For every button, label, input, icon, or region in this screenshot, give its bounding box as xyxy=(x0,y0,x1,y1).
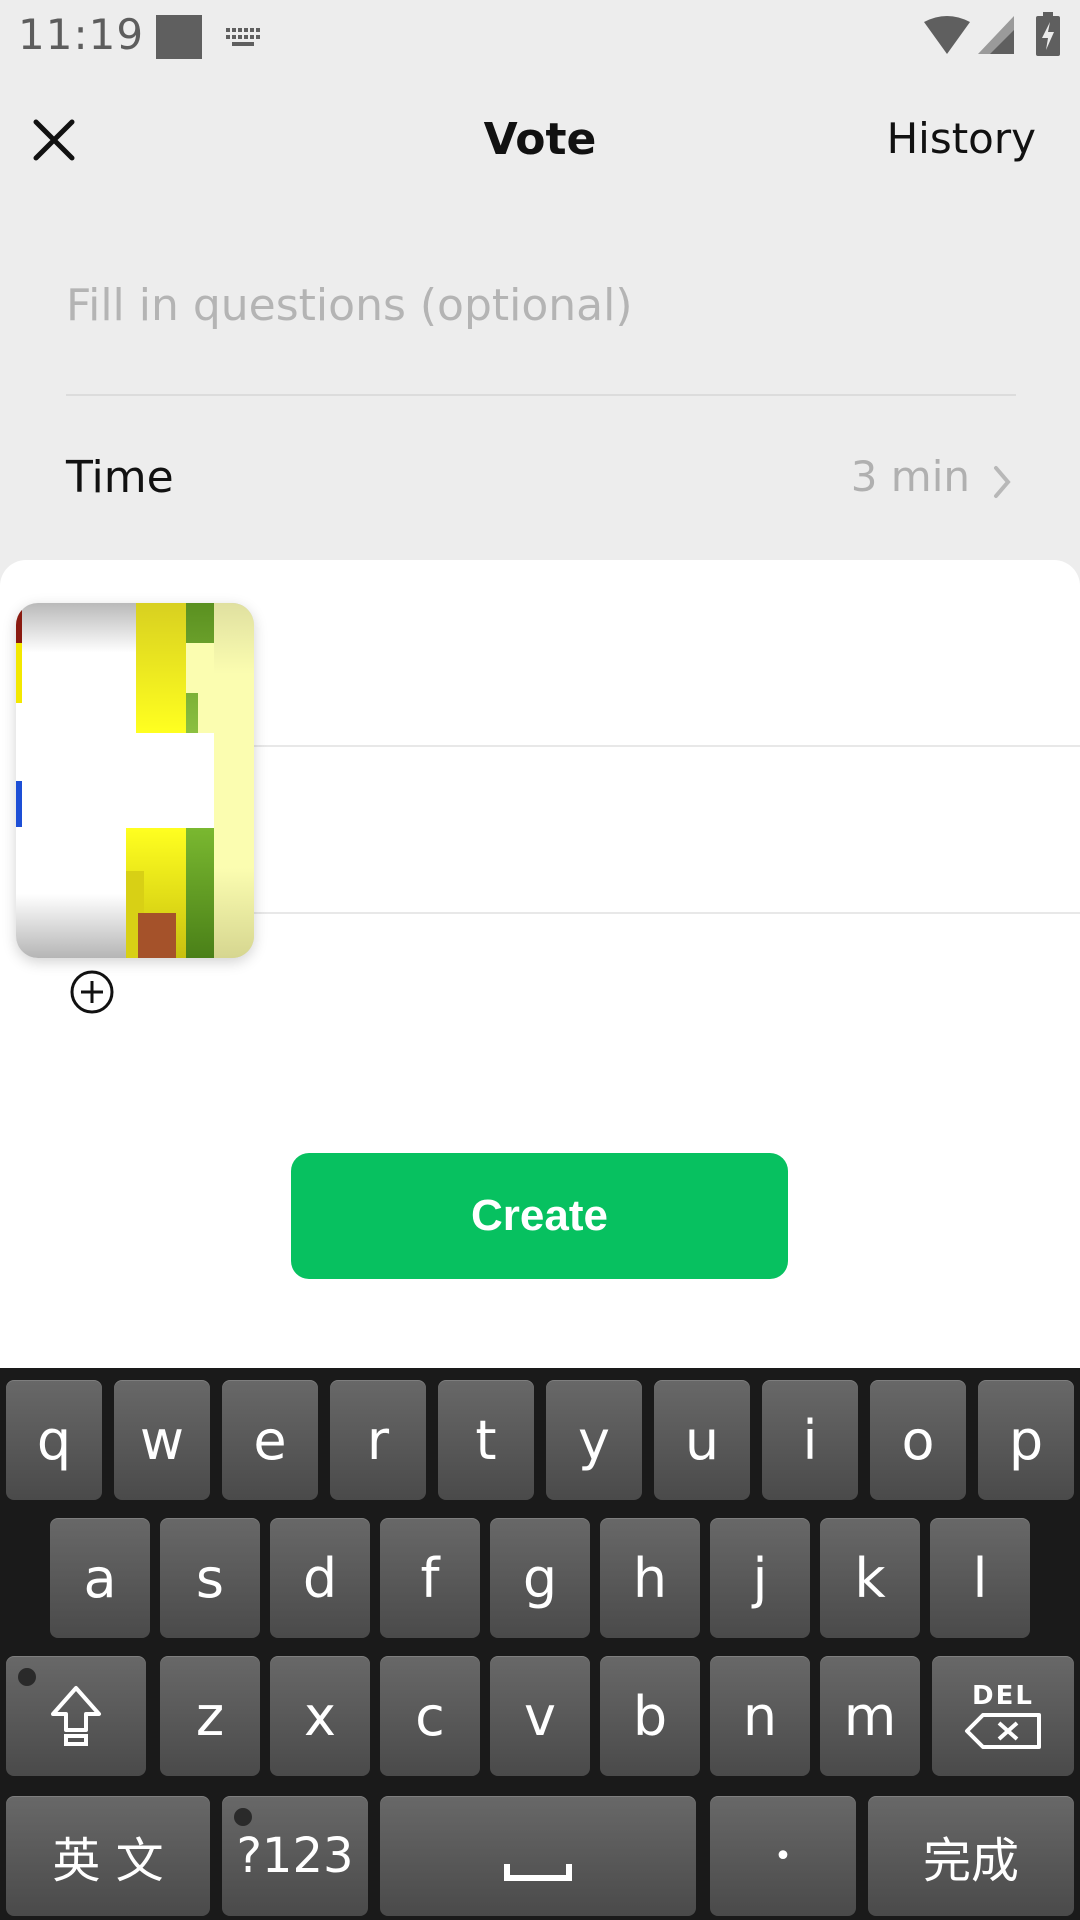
keyboard: q w e r t y u i o p a s d f g h j k l z … xyxy=(0,1368,1080,1920)
key-q[interactable]: q xyxy=(6,1380,102,1500)
divider xyxy=(66,394,1016,396)
numbers-key[interactable]: ?123 xyxy=(222,1796,368,1916)
key-p[interactable]: p xyxy=(978,1380,1074,1500)
period-key[interactable]: • xyxy=(710,1796,856,1916)
header: Vote History xyxy=(0,76,1080,204)
delete-key[interactable]: DEL xyxy=(932,1656,1074,1776)
shift-icon xyxy=(51,1686,101,1746)
notification-icon xyxy=(156,15,202,59)
key-n[interactable]: n xyxy=(710,1656,810,1776)
key-r[interactable]: r xyxy=(330,1380,426,1500)
option-divider xyxy=(250,912,1080,914)
key-o[interactable]: o xyxy=(870,1380,966,1500)
key-a[interactable]: a xyxy=(50,1518,150,1638)
status-time: 11:19 xyxy=(18,10,145,59)
key-z[interactable]: z xyxy=(160,1656,260,1776)
signal-icon xyxy=(978,16,1014,54)
key-h[interactable]: h xyxy=(600,1518,700,1638)
time-label: Time xyxy=(66,452,174,503)
key-i[interactable]: i xyxy=(762,1380,858,1500)
key-x[interactable]: x xyxy=(270,1656,370,1776)
key-b[interactable]: b xyxy=(600,1656,700,1776)
key-e[interactable]: e xyxy=(222,1380,318,1500)
question-input[interactable]: Fill in questions (optional) xyxy=(66,280,1016,331)
key-s[interactable]: s xyxy=(160,1518,260,1638)
done-key[interactable]: 完成 xyxy=(868,1796,1074,1916)
key-t[interactable]: t xyxy=(438,1380,534,1500)
status-bar: 11:19 xyxy=(0,0,1080,76)
key-l[interactable]: l xyxy=(930,1518,1030,1638)
key-y[interactable]: y xyxy=(546,1380,642,1500)
key-indicator xyxy=(234,1808,252,1826)
chevron-right-icon xyxy=(994,466,1011,498)
keyboard-icon xyxy=(226,28,264,48)
space-key[interactable] xyxy=(380,1796,696,1916)
key-f[interactable]: f xyxy=(380,1518,480,1638)
shift-key[interactable] xyxy=(6,1656,146,1776)
space-icon xyxy=(504,1864,572,1881)
key-v[interactable]: v xyxy=(490,1656,590,1776)
key-c[interactable]: c xyxy=(380,1656,480,1776)
backspace-icon xyxy=(965,1713,1041,1749)
numbers-label: ?123 xyxy=(236,1828,354,1884)
key-w[interactable]: w xyxy=(114,1380,210,1500)
battery-icon xyxy=(1036,12,1060,56)
key-j[interactable]: j xyxy=(710,1518,810,1638)
language-key[interactable]: 英 文 xyxy=(6,1796,210,1916)
history-button[interactable]: History xyxy=(887,114,1036,163)
create-button[interactable]: Create xyxy=(291,1153,788,1279)
option-divider xyxy=(250,745,1080,747)
key-m[interactable]: m xyxy=(820,1656,920,1776)
key-indicator xyxy=(18,1668,36,1686)
add-option-icon[interactable] xyxy=(70,970,114,1014)
wifi-icon xyxy=(924,16,970,54)
key-g[interactable]: g xyxy=(490,1518,590,1638)
key-d[interactable]: d xyxy=(270,1518,370,1638)
time-value: 3 min xyxy=(850,452,970,501)
key-u[interactable]: u xyxy=(654,1380,750,1500)
time-setting-row[interactable]: Time 3 min xyxy=(0,430,1080,530)
delete-label: DEL xyxy=(972,1681,1034,1711)
floating-thumbnail[interactable] xyxy=(16,603,254,958)
key-k[interactable]: k xyxy=(820,1518,920,1638)
